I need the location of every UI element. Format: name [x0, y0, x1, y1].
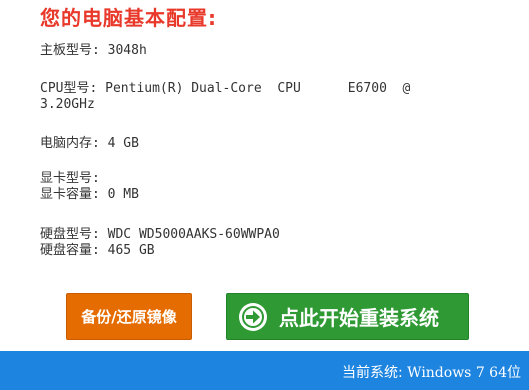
current-system-label: 当前系统: [342, 365, 403, 381]
current-system-status: 当前系统: Windows 7 64位 [342, 362, 521, 382]
gpu-memory-info: 显卡容量: 0 MB [40, 187, 139, 202]
current-system-value: Windows 7 64位 [402, 365, 521, 381]
start-reinstall-label: 点此开始重装系统 [279, 306, 439, 330]
disk-capacity-info: 硬盘容量: 465 GB [40, 243, 155, 258]
page-title: 您的电脑基本配置: [40, 6, 217, 30]
motherboard-info: 主板型号: 3048h [40, 43, 147, 58]
backup-restore-label: 备份/还原镜像 [81, 308, 177, 326]
cpu-info: CPU型号: Pentium(R) Dual-Core CPU E6700 @ [40, 81, 411, 96]
system-config-window: 您的电脑基本配置: 主板型号: 3048h CPU型号: Pentium(R) … [0, 0, 529, 390]
backup-restore-button[interactable]: 备份/还原镜像 [66, 293, 192, 340]
start-reinstall-button[interactable]: 点此开始重装系统 [226, 293, 469, 340]
disk-model-info: 硬盘型号: WDC WD5000AAKS-60WWPA0 [40, 227, 280, 242]
memory-info: 电脑内存: 4 GB [40, 136, 139, 151]
gpu-model-info: 显卡型号: [40, 171, 100, 186]
cpu-info-continued: 3.20GHz [40, 97, 95, 112]
status-bar: 当前系统: Windows 7 64位 [0, 351, 529, 390]
arrow-right-circle-icon [239, 302, 267, 331]
